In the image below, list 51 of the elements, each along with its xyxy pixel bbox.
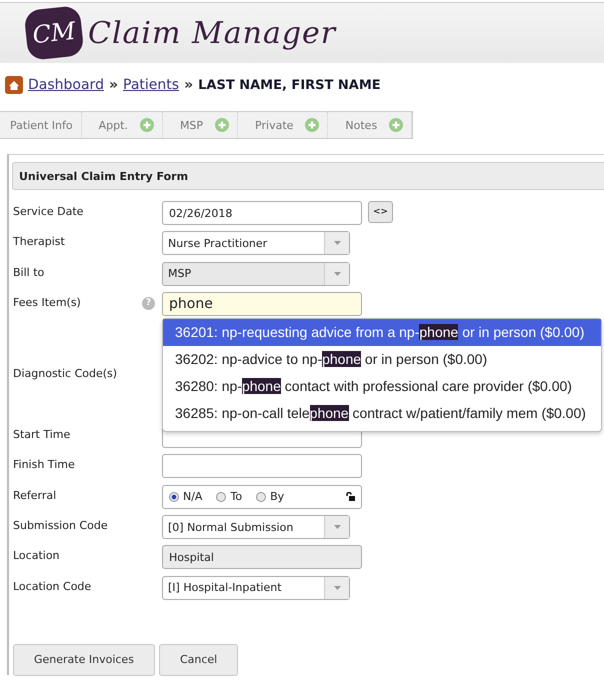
date-button[interactable]: <> [368,201,393,223]
suggestion-item[interactable]: 36201: np-requesting advice from a np-phone or in person ($0.00) [163,319,601,346]
field-label: Diagnostic Code(s) [12,366,118,380]
select-field[interactable]: [I] Hospital-Inpatient [162,576,350,600]
caret-icon [334,525,340,530]
field-label: Bill to [12,264,46,279]
home-icon [5,76,23,94]
suggestion-item[interactable]: 36202: np-advice to np-phone or in person ($0.00) [163,346,601,373]
tab[interactable]: Private [238,112,328,138]
form-button[interactable]: Generate Invoices [13,644,155,676]
caret-icon [334,586,340,590]
caret-icon [334,272,340,276]
app-title: Claim Manager [88,16,336,50]
tab[interactable]: Appt. [82,112,163,138]
radio-option[interactable]: N/A [169,490,202,504]
form-button[interactable]: Cancel [158,644,238,676]
breadcrumb-separator: » [108,77,118,93]
date-field[interactable]: 02/26/2018 [162,201,362,225]
field-label: Location Code [12,578,92,593]
breadcrumb-link[interactable]: Patients [123,77,180,93]
field-label: Referral [12,488,58,502]
tab[interactable]: MSP [162,112,238,138]
tab[interactable]: Patient Info [0,112,82,138]
field-label: Therapist [12,234,66,248]
radio-option[interactable]: By [256,490,284,504]
select-field[interactable]: Nurse Practitioner [162,231,350,256]
add-icon[interactable] [215,118,230,132]
add-icon[interactable] [140,118,154,132]
caret-icon [334,241,340,246]
select-field[interactable]: [0] Normal Submission [162,515,350,540]
field-label: Fees Item(s) [12,294,82,309]
logo-mark: CM [24,5,84,61]
suggestion-item[interactable]: 36285: np-on-call telephone contract w/patient/family mem ($0.00) [163,400,601,427]
add-icon[interactable] [305,118,320,132]
breadcrumb-separator: » [184,77,194,93]
breadcrumb-link[interactable]: Dashboard [28,77,104,93]
padlock-icon [346,492,355,502]
radio-option[interactable]: To [216,490,242,504]
breadcrumb-current: LAST NAME, FIRST NAME [198,78,381,92]
field-label: Start Time [12,427,72,442]
suggestion-item[interactable]: 36280: np-phone contact with professional care provider ($0.00) [163,373,601,400]
form-title: Universal Claim Entry Form [12,162,604,190]
field-label: Location [12,548,61,562]
text-field[interactable] [162,454,362,478]
add-icon[interactable] [389,118,404,132]
tab[interactable]: Notes [328,112,412,138]
field-label: Finish Time [12,457,76,472]
field-label: Submission Code [12,518,109,532]
field-label: Service Date [12,204,84,218]
text-field[interactable]: Hospital [162,545,362,570]
text-field[interactable]: phone [162,292,362,316]
